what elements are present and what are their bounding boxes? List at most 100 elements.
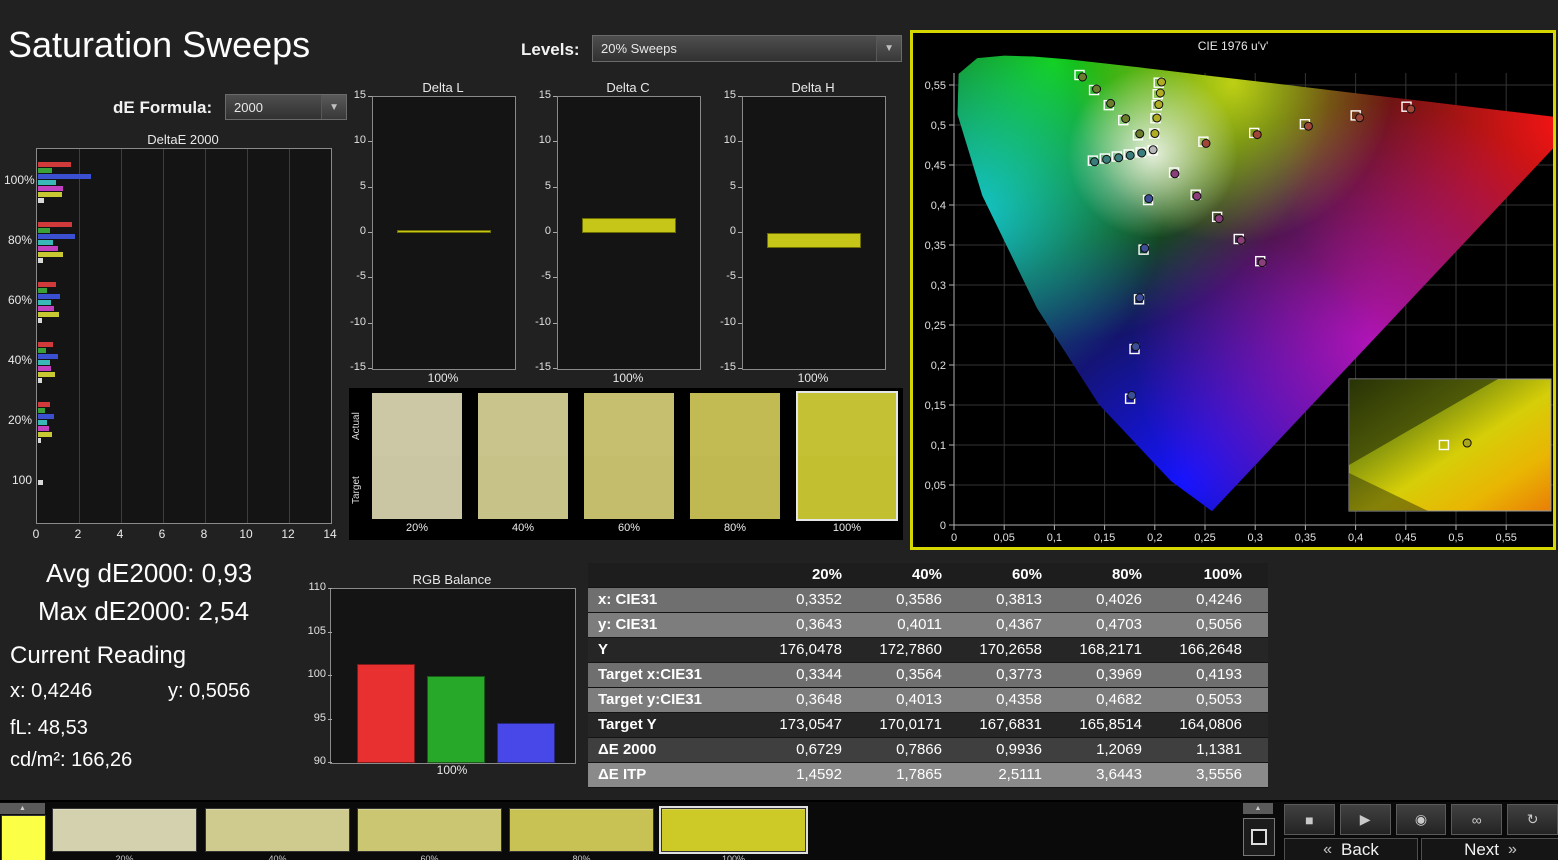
patch-tile[interactable] [690,393,780,519]
y-tick-mark [738,277,742,279]
de-bar [38,359,50,365]
y-group-label: 100% [4,173,35,187]
table-cell: 0,4246 [1196,591,1242,608]
stop-button[interactable]: ■ [1284,804,1335,835]
record-button[interactable]: ◉ [1395,804,1447,835]
loop-button[interactable]: ↻ [1507,804,1558,835]
table-row: ΔE 2000 0,6729 0,7866 0,9936 1,2069 1,1381 [588,738,1268,763]
patch-tile-label: 40% [511,522,535,534]
table-cell: 1,2069 [1096,741,1142,758]
table-cell: 1,4592 [796,766,842,783]
target-swatch [372,456,462,519]
delta-c-chart: 15 10 5 0 -5 -10 -15 [525,89,701,373]
grid-line [205,149,206,523]
delta-l-title: Delta L [422,80,464,95]
y-tick-mark [738,141,742,143]
y-tick-mark [328,718,332,720]
sweep-level-label: 20% [115,854,134,860]
y-tick-label: 5 [359,179,366,192]
y-tick-label: 0,1 [931,440,946,452]
chevron-up-icon[interactable]: ▲ [0,803,45,814]
back-label: Back [1341,840,1379,859]
table-cell: 1,7865 [896,766,942,783]
y-tick-mark [553,141,557,143]
target-label: Target [351,476,362,504]
delta-c-plot-area [557,96,701,370]
table-cell: 0,4367 [996,616,1042,633]
table-cell: 0,3586 [896,591,942,608]
table-cell: 0,3969 [1096,666,1142,683]
y-group-label: 40% [7,353,32,367]
table-cell: 167,6831 [979,716,1042,733]
de-bar [38,245,58,251]
delta-bar [582,218,676,233]
actual-label: Actual [351,412,362,440]
de-bar [38,401,50,407]
green-balance-bar [427,676,485,763]
table-cell: 3,5556 [1196,766,1242,783]
patch-tile[interactable] [584,393,674,519]
back-button[interactable]: « Back [1284,838,1418,860]
table-cell: 0,7866 [896,741,942,758]
y-tick-mark [328,588,332,589]
play-icon: ▶ [1359,811,1371,827]
table-cell: 168,2171 [1079,641,1142,658]
measured-marker [1140,243,1150,253]
de-bar [38,347,47,353]
y-tick-label: 10 [723,134,736,147]
measured-marker [1131,342,1141,352]
patch-tile[interactable] [796,391,898,521]
y-tick-mark [738,96,742,97]
y-tick-label: 15 [538,89,551,101]
chevron-up-icon[interactable]: ▲ [1243,803,1273,814]
sweep-level-tile[interactable] [205,808,350,852]
calibration-app: Saturation Sweeps Levels: 20% Sweeps ▼ d… [0,0,1558,860]
chevron-right-icon: » [1508,841,1517,858]
y-tick-label: 0,5 [931,120,946,132]
sweep-level-tile[interactable] [357,808,502,852]
x-tick-label: 0,5 [1448,532,1463,544]
column-header: 40% [911,566,942,583]
delta-h-title: Delta H [791,80,835,95]
row-label: Target y:CIE31 [598,691,702,708]
y-tick-label: 0,35 [925,240,946,252]
chevron-down-icon: ▼ [876,36,901,61]
sweep-level-label: 40% [268,854,287,860]
record-icon: ◉ [1414,811,1428,827]
y-tick-label: -5 [726,270,736,283]
patch-tile[interactable] [478,393,568,519]
measured-marker [1154,100,1164,110]
x-tick-label: 0,15 [1094,532,1115,544]
row-label: y: CIE31 [598,616,658,633]
y-tick-mark [738,368,742,369]
y-tick-mark [738,232,742,233]
y-tick-label: 15 [353,89,366,101]
table-row: Target Y 173,0547 170,0171 167,6831 165,8514… [588,713,1268,738]
transport-controls: ■ ▶ ◉ ∞ ↻ [1284,804,1558,835]
table-row: Target y:CIE31 0,3648 0,4013 0,4358 0,4682 0,… [588,688,1268,713]
delta-c-title: Delta C [606,80,650,95]
sweep-level-tile[interactable] [52,808,197,852]
x-tick-label: 4 [116,527,124,541]
delta-l-plot-area [372,96,516,370]
de-formula-dropdown[interactable]: 2000 ▼ [225,94,347,120]
patch-tile[interactable] [372,393,462,519]
de-bar [38,425,49,431]
continuous-button[interactable]: ∞ [1451,804,1503,835]
play-button[interactable]: ▶ [1339,804,1391,835]
current-patch-swatch[interactable] [1,815,46,860]
sweep-level-tile[interactable] [659,806,808,854]
actual-target-patch-panel: Actual Target 20% 40% 60% 80% 100% [349,388,903,540]
grid-line [163,149,164,523]
patch-window-button[interactable] [1243,818,1275,856]
table-header-row: 20% 40% 60% 80% 100% [588,563,1268,588]
grid-line [289,149,290,523]
levels-dropdown[interactable]: 20% Sweeps ▼ [592,35,902,62]
sweep-level-tile[interactable] [509,808,654,852]
row-label: Y [598,641,609,658]
table-cell: 0,3352 [796,591,842,608]
next-button[interactable]: Next » [1421,838,1558,860]
table-row: y: CIE31 0,3643 0,4011 0,4367 0,4703 0,5056 [588,613,1268,638]
y-tick-mark [328,675,332,676]
table-cell: 3,6443 [1096,766,1142,783]
